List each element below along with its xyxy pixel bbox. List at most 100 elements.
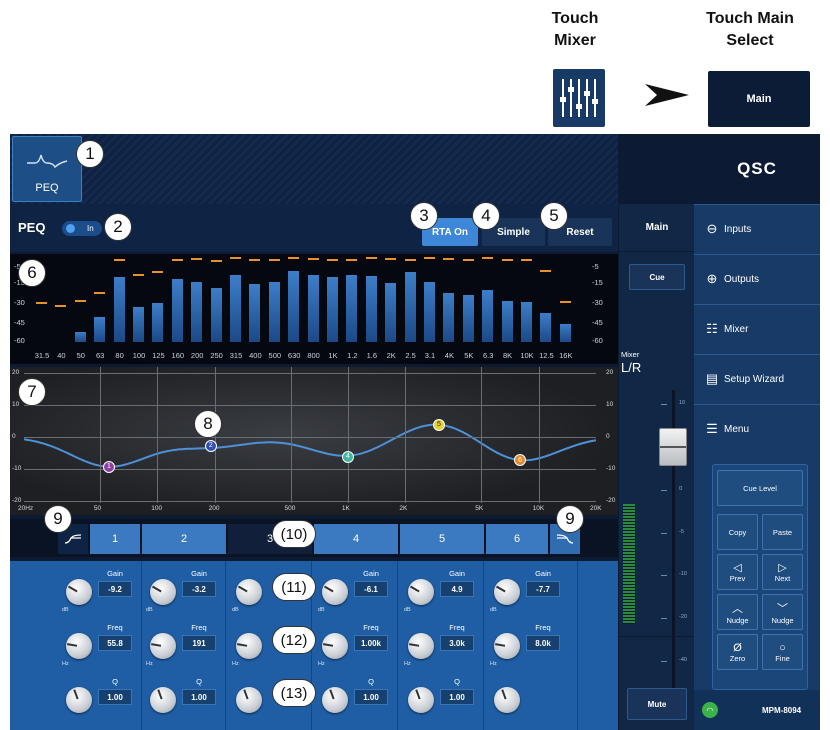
band-button-2[interactable]: 2	[142, 524, 226, 554]
freq-knob[interactable]	[66, 633, 92, 659]
q-knob[interactable]	[236, 687, 262, 713]
callout-7: 7	[18, 378, 46, 406]
mute-label: Mute	[647, 699, 667, 709]
eq-x-label: 100	[151, 505, 163, 512]
q-knob[interactable]	[66, 687, 92, 713]
eq-grid-v	[538, 367, 540, 503]
freq-knob[interactable]	[322, 633, 348, 659]
paste-button[interactable]: Paste	[762, 514, 803, 550]
q-knob[interactable]	[494, 687, 520, 713]
gain-value[interactable]: -6.1	[354, 581, 388, 597]
copy-button[interactable]: Copy	[717, 514, 758, 550]
touch-main-caption: Touch Main Select	[690, 8, 810, 52]
eq-node-5[interactable]: 5	[432, 418, 445, 431]
eq-y-label: 0	[12, 433, 16, 440]
band-button-4[interactable]: 4	[314, 524, 398, 554]
rta-bar	[249, 284, 261, 342]
freq-label: Freq	[107, 623, 123, 632]
gain-value[interactable]: -9.2	[98, 581, 132, 597]
band-button-5[interactable]: 5	[400, 524, 484, 554]
rta-peak	[133, 274, 144, 277]
eq-grid-v	[290, 367, 292, 503]
rta-bar	[559, 323, 571, 342]
fader-tick-label: -20	[679, 614, 687, 621]
sidebar-item-setup-wizard[interactable]: ▤ Setup Wizard	[694, 354, 820, 403]
gain-knob[interactable]	[322, 579, 348, 605]
gain-knob[interactable]	[494, 579, 520, 605]
next-button[interactable]: ▷ Next	[762, 554, 803, 590]
rta-peak	[443, 257, 455, 260]
cue-level-button[interactable]: Cue Level	[717, 470, 803, 506]
callout-12: (12)	[272, 626, 316, 654]
zero-button[interactable]: Ø Zero	[717, 634, 758, 670]
sidebar-item-outputs[interactable]: ⊕ Outputs	[694, 254, 820, 303]
gain-knob[interactable]	[236, 579, 262, 605]
gain-knob[interactable]	[408, 579, 434, 605]
wifi-icon[interactable]: ◠	[702, 702, 718, 718]
rta-bar	[521, 301, 532, 342]
fine-button[interactable]: ○ Fine	[762, 634, 803, 670]
eq-node-1[interactable]: 1	[102, 460, 115, 473]
freq-value[interactable]: 1.00k	[354, 635, 388, 651]
eq-x-label: 2K	[399, 505, 408, 512]
band-label-1: 1	[111, 533, 119, 545]
gain-value[interactable]: -3.2	[182, 581, 216, 597]
fader-knob[interactable]	[659, 428, 687, 466]
q-knob[interactable]	[322, 687, 348, 713]
gain-knob[interactable]	[66, 579, 92, 605]
callout-13: (13)	[272, 679, 316, 707]
reset-label: Reset	[566, 226, 594, 238]
callout-2: 2	[104, 213, 132, 241]
q-value[interactable]: 1.00	[98, 689, 132, 705]
nudge-down-button[interactable]: ﹀ Nudge	[762, 594, 803, 630]
band-column-6: dB Gain -7.7 Hz Freq 8.0k	[486, 561, 578, 730]
q-value[interactable]: 1.00	[182, 689, 216, 705]
sidebar-item-inputs[interactable]: ⊖ Inputs	[694, 204, 820, 253]
freq-value[interactable]: 3.0k	[440, 635, 474, 651]
rta-y-label-right: -15	[592, 278, 603, 287]
rta-y-label-left: -45	[14, 318, 25, 327]
q-value[interactable]: 1.00	[354, 689, 388, 705]
eq-node-4[interactable]: 4	[341, 450, 354, 463]
band-column-1: dB Gain -9.2 Hz Freq 55.8 Q 1.00	[58, 561, 142, 730]
gain-knob[interactable]	[150, 579, 176, 605]
simple-label: Simple	[497, 226, 530, 238]
sidebar-item-menu[interactable]: ☰ Menu	[694, 404, 820, 453]
prev-button[interactable]: ◁ Prev	[717, 554, 758, 590]
eq-y-label: -10	[12, 465, 22, 472]
q-knob[interactable]	[408, 687, 434, 713]
eq-graph[interactable]: 20 20 10 10 0 0 -10 -10 -20 -20 20Hz 50 100 200 500 1K 2…	[10, 367, 618, 515]
sidebar-item-mixer[interactable]: ☷ Mixer	[694, 304, 820, 353]
rta-bar	[501, 300, 513, 342]
q-value[interactable]: 1.00	[440, 689, 474, 705]
eq-node-2[interactable]: 2	[204, 439, 217, 452]
freq-value[interactable]: 55.8	[98, 635, 132, 651]
gain-value[interactable]: -7.7	[526, 581, 560, 597]
freq-value[interactable]: 8.0k	[526, 635, 560, 651]
band-button-1[interactable]: 1	[90, 524, 140, 554]
peq-title: PEQ	[18, 220, 46, 235]
band-button-6[interactable]: 6	[486, 524, 548, 554]
gain-value[interactable]: 4.9	[440, 581, 474, 597]
freq-knob[interactable]	[494, 633, 520, 659]
nudge-up-button[interactable]: ︿ Nudge	[717, 594, 758, 630]
unit-label: dB	[490, 607, 497, 613]
mute-button[interactable]: Mute	[627, 688, 687, 720]
eq-grid-h	[24, 437, 596, 438]
peq-in-toggle[interactable]: In	[62, 221, 102, 236]
main-select-button[interactable]: Main	[708, 71, 810, 127]
freq-knob[interactable]	[408, 633, 434, 659]
freq-knob[interactable]	[150, 633, 176, 659]
cue-button[interactable]: Cue	[629, 264, 685, 290]
freq-value[interactable]: 191	[182, 635, 216, 651]
mixer-faders-icon[interactable]	[553, 69, 605, 127]
gain-label: Gain	[107, 569, 123, 578]
touch-mixer-line1: Touch	[551, 10, 599, 27]
q-label: Q	[112, 677, 118, 686]
rta-display: 31.5 40 50 63 80 100 125 160 200 250 315 400 500 630 8…	[10, 254, 618, 364]
callout-5: 5	[540, 202, 568, 230]
freq-knob[interactable]	[236, 633, 262, 659]
peq-tab[interactable]: PEQ	[12, 136, 82, 202]
lr-label: L/R	[621, 360, 642, 375]
q-knob[interactable]	[150, 687, 176, 713]
